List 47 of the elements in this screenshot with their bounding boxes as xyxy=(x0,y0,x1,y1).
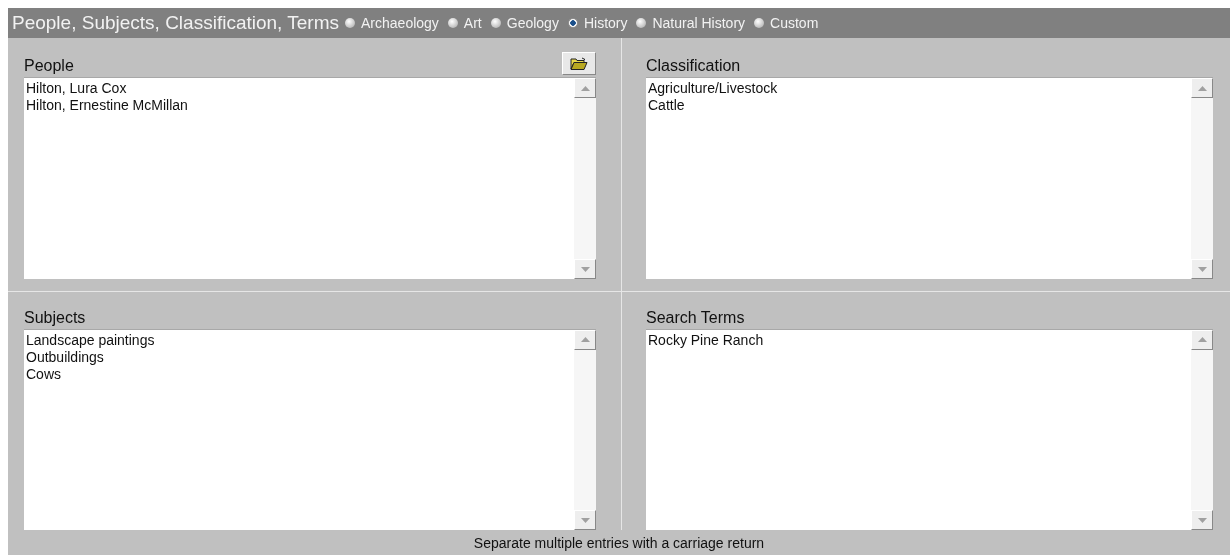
scroll-down-button[interactable] xyxy=(574,510,596,530)
scroll-up-button[interactable] xyxy=(1191,329,1213,350)
down-arrow-icon xyxy=(1197,517,1207,523)
radio-option[interactable]: Custom xyxy=(754,15,819,31)
radio-button-icon[interactable] xyxy=(754,18,765,28)
panel-label: Classification xyxy=(646,57,741,76)
folder-icon xyxy=(570,56,588,71)
radio-option[interactable]: History xyxy=(567,15,628,31)
entry-text: Landscape paintings xyxy=(26,331,156,349)
entry-text: Cattle xyxy=(648,97,686,114)
scroll-down-button[interactable] xyxy=(574,259,596,279)
hint-text: Separate multiple entries with a carriage return xyxy=(472,533,766,553)
radio-button-icon[interactable] xyxy=(447,18,458,28)
scroll-down-button[interactable] xyxy=(1191,259,1213,279)
panel-label: Search Terms xyxy=(646,308,745,328)
browse-button[interactable] xyxy=(562,52,596,75)
entries-field[interactable]: Rocky Pine Ranch xyxy=(646,328,1213,530)
up-arrow-icon xyxy=(1197,337,1207,343)
radio-button-icon[interactable] xyxy=(567,18,578,28)
entry-text: Cows xyxy=(26,365,62,383)
entries-field[interactable]: Agriculture/Livestock Cattle xyxy=(646,77,1213,279)
radio-option[interactable]: Geology xyxy=(490,15,559,31)
entry-text: Rocky Pine Ranch xyxy=(648,331,765,349)
up-arrow-icon xyxy=(580,85,590,91)
panel-label: Subjects xyxy=(24,308,86,328)
entries-field[interactable]: Landscape paintings Outbuildings Cows xyxy=(24,328,596,530)
entry-text: Agriculture/Livestock xyxy=(648,80,779,97)
up-arrow-icon xyxy=(1197,85,1207,91)
radio-button-icon[interactable] xyxy=(636,18,647,28)
radio-option[interactable]: Natural History xyxy=(636,15,746,31)
scroll-up-button[interactable] xyxy=(1191,78,1213,98)
radio-option[interactable]: Archaeology xyxy=(345,15,439,31)
panel-label: People xyxy=(24,57,74,76)
down-arrow-icon xyxy=(580,266,590,272)
down-arrow-icon xyxy=(580,517,590,523)
radio-button-icon[interactable] xyxy=(490,18,501,28)
entry-text: Hilton, Ernestine McMillan xyxy=(26,97,189,114)
radio-option[interactable]: Art xyxy=(447,15,482,31)
scroll-up-button[interactable] xyxy=(574,329,596,350)
up-arrow-icon xyxy=(580,337,590,343)
radio-button-icon[interactable] xyxy=(345,18,356,28)
down-arrow-icon xyxy=(1197,266,1207,272)
section-title: People, Subjects, Classification, Terms xyxy=(12,12,340,34)
scroll-down-button[interactable] xyxy=(1191,510,1213,530)
entry-text: Hilton, Lura Cox xyxy=(26,80,128,97)
entry-text: Outbuildings xyxy=(26,348,105,366)
entries-field[interactable]: Hilton, Lura Cox Hilton, Ernestine McMillan xyxy=(24,77,596,279)
